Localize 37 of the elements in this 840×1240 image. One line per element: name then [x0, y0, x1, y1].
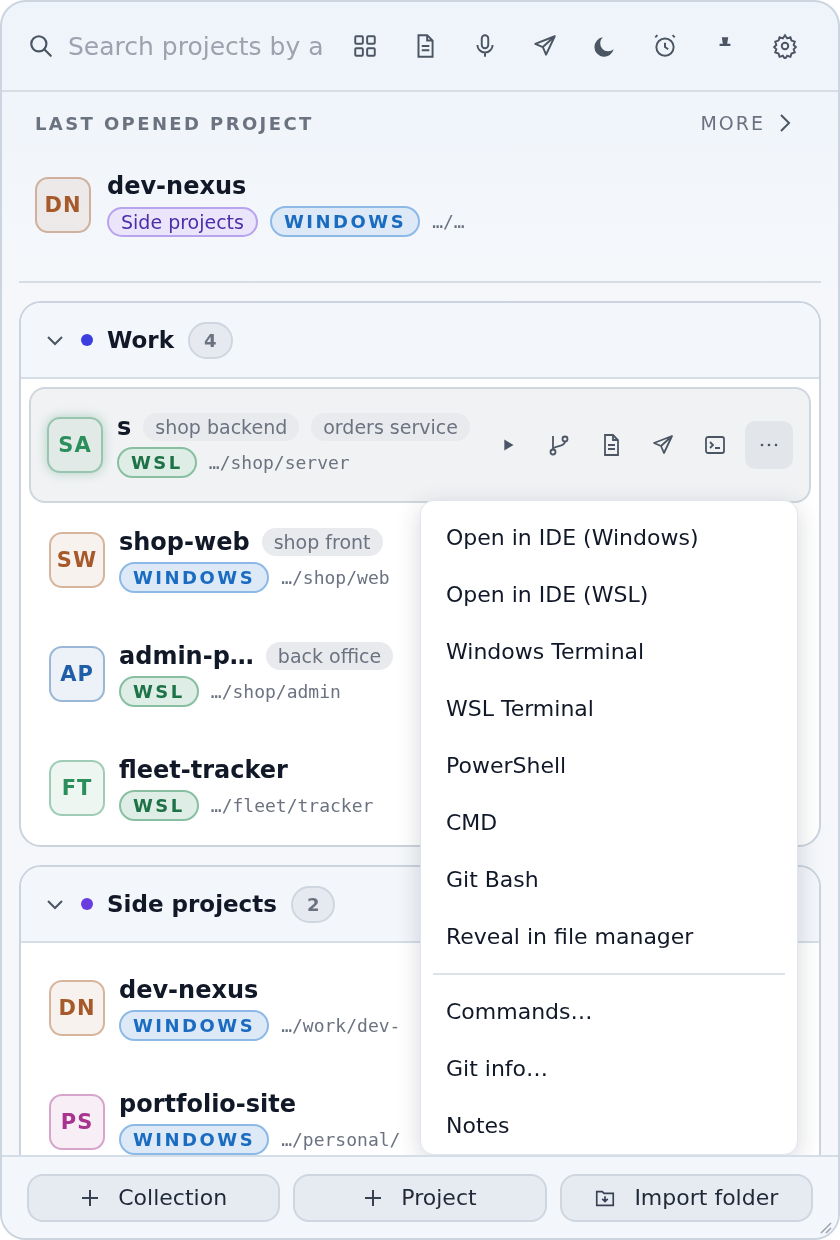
project-name: dev-nexus — [119, 975, 259, 1004]
tag: back office — [265, 641, 394, 670]
project-avatar: DN — [35, 176, 91, 233]
project-name: portfolio-site — [119, 1089, 297, 1118]
project-path: …/… — [432, 211, 465, 232]
project-path: …/fleet/tracker — [210, 794, 374, 816]
tag: shop front — [261, 527, 383, 556]
project-path: …/shop/admin — [210, 680, 341, 702]
environment-tag: WINDOWS — [270, 206, 421, 237]
project-path: …/personal/ — [281, 1128, 401, 1150]
project-avatar: FT — [49, 760, 105, 816]
project-avatar: SW — [49, 532, 105, 588]
environment-tag: WSL — [119, 789, 199, 821]
project-path: …/work/dev- — [281, 1014, 401, 1036]
collection-name: Work — [107, 327, 174, 353]
project-path: …/shop/web — [281, 566, 390, 588]
project-avatar: SA — [47, 417, 103, 473]
collection-tag: Side projects — [107, 206, 258, 237]
project-name: s — [117, 412, 132, 441]
tag: orders service — [311, 412, 470, 441]
tag: shop backend — [143, 412, 300, 441]
environment-tag: WSL — [119, 675, 199, 707]
project-avatar: AP — [49, 646, 105, 702]
project-name: admin-p… — [119, 641, 254, 670]
environment-tag: WINDOWS — [119, 1123, 270, 1155]
environment-tag: WINDOWS — [119, 561, 270, 593]
count-badge: 4 — [188, 321, 233, 359]
project-name: shop-web — [119, 527, 250, 556]
environment-tag: WINDOWS — [119, 1009, 270, 1041]
collection-name: Side projects — [107, 891, 277, 917]
environment-tag: WSL — [117, 446, 197, 478]
project-avatar: DN — [49, 980, 105, 1036]
project-name: fleet-tracker — [119, 755, 288, 784]
count-badge: 2 — [290, 885, 336, 923]
section-heading: LAST OPENED PROJECT — [35, 112, 314, 134]
project-path: …/shop/server — [208, 451, 350, 473]
project-avatar: PS — [49, 1094, 105, 1150]
